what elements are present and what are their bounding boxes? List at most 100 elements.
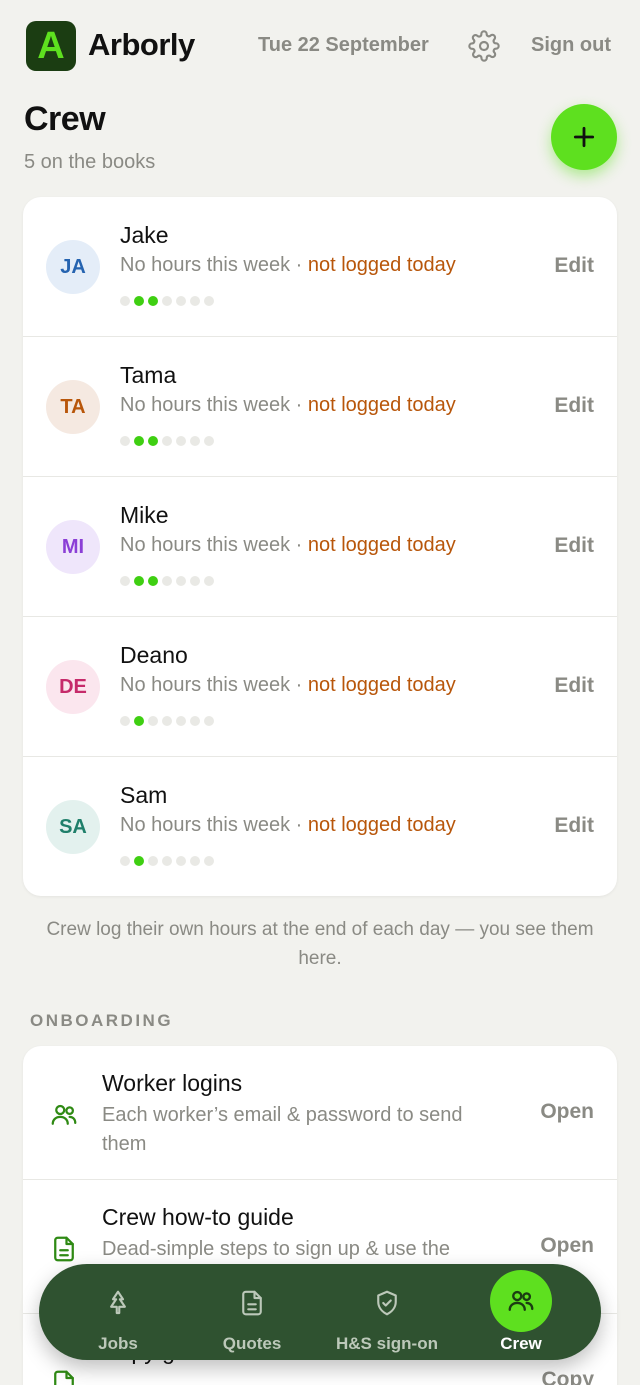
edit-button[interactable]: Edit <box>554 534 594 558</box>
log-status: not logged today <box>307 254 456 276</box>
crew-status-line: No hours this week · not logged today <box>120 814 456 837</box>
nav-hs-sign-on[interactable]: H&S sign-on <box>322 1264 452 1360</box>
document-icon <box>242 1290 262 1316</box>
shield-check-icon <box>377 1290 397 1316</box>
edit-button[interactable]: Edit <box>554 674 594 698</box>
activity-dot-off <box>204 436 214 446</box>
activity-dot-on <box>134 296 144 306</box>
activity-dot-off <box>120 576 130 586</box>
hours-text: No hours this week <box>120 254 291 276</box>
crew-list: JA Jake No hours this week · not logged to… <box>23 197 617 896</box>
crew-row[interactable]: TA Tama No hours this week · not logged to… <box>23 337 617 477</box>
activity-dot-on <box>134 856 144 866</box>
activity-dot-off <box>176 296 186 306</box>
activity-dot-off <box>190 716 200 726</box>
avatar: MI <box>46 520 100 574</box>
crew-status-line: No hours this week · not logged today <box>120 254 456 277</box>
nav-jobs[interactable]: Jobs <box>53 1264 183 1360</box>
activity-dot-off <box>162 296 172 306</box>
activity-dot-off <box>190 856 200 866</box>
nav-label: Jobs <box>98 1334 138 1353</box>
crew-row[interactable]: MI Mike No hours this week · not logged to… <box>23 477 617 617</box>
logo-letter: A <box>37 25 65 67</box>
activity-dot-off <box>176 436 186 446</box>
crew-row[interactable]: SA Sam No hours this week · not logged tod… <box>23 757 617 896</box>
week-activity-dots <box>120 576 214 586</box>
week-activity-dots <box>120 716 214 726</box>
separator: · <box>290 534 308 556</box>
separator: · <box>290 674 308 696</box>
activity-dot-on <box>134 436 144 446</box>
activity-dot-off <box>120 856 130 866</box>
log-status: not logged today <box>307 534 456 556</box>
log-status: not logged today <box>307 394 456 416</box>
onboarding-item-title: Worker logins <box>102 1070 243 1096</box>
avatar: TA <box>46 380 100 434</box>
edit-button[interactable]: Edit <box>554 814 594 838</box>
activity-dot-off <box>120 436 130 446</box>
document-icon <box>54 1236 74 1262</box>
people-icon <box>51 1104 77 1125</box>
bottom-nav: Jobs Quotes H&S sign-on Crew <box>39 1264 601 1360</box>
activity-dot-off <box>190 296 200 306</box>
activity-dot-off <box>176 576 186 586</box>
week-activity-dots <box>120 856 214 866</box>
activity-dot-off <box>162 716 172 726</box>
week-activity-dots <box>120 436 214 446</box>
activity-dot-on <box>134 716 144 726</box>
nav-quotes[interactable]: Quotes <box>187 1264 317 1360</box>
top-bar: A Arborly Tue 22 September Sign out <box>0 0 640 90</box>
crew-name: Sam <box>120 782 168 808</box>
activity-dot-off <box>204 576 214 586</box>
people-icon <box>508 1290 534 1311</box>
onboarding-item-desc: Dead-simple steps to sign up & use the <box>102 1238 450 1260</box>
activity-dot-off <box>120 296 130 306</box>
sign-out-button[interactable]: Sign out <box>531 34 611 57</box>
onboarding-item-worker-logins[interactable]: Worker logins Each worker’s email & pass… <box>23 1046 617 1180</box>
activity-dot-on <box>148 436 158 446</box>
activity-dot-on <box>148 296 158 306</box>
crew-status-line: No hours this week · not logged today <box>120 674 456 697</box>
crew-name: Mike <box>120 502 169 528</box>
add-crew-button[interactable] <box>551 104 617 170</box>
crew-name: Tama <box>120 362 177 388</box>
activity-dot-off <box>162 576 172 586</box>
brand-name: Arborly <box>88 27 195 62</box>
crew-count: 5 on the books <box>24 151 156 173</box>
edit-button[interactable]: Edit <box>554 394 594 418</box>
onboarding-item-title: Crew how-to guide <box>102 1204 294 1230</box>
crew-row[interactable]: DE Deano No hours this week · not logged t… <box>23 617 617 757</box>
current-date: Tue 22 September <box>258 34 429 56</box>
log-status: not logged today <box>307 814 456 836</box>
activity-dot-off <box>162 856 172 866</box>
open-button[interactable]: Open <box>540 1234 594 1258</box>
crew-row[interactable]: JA Jake No hours this week · not logged to… <box>23 197 617 337</box>
page-title: Crew <box>24 100 106 138</box>
edit-button[interactable]: Edit <box>554 254 594 278</box>
activity-dot-off <box>176 856 186 866</box>
crew-status-line: No hours this week · not logged today <box>120 534 456 557</box>
copy-button[interactable]: Copy <box>542 1368 595 1385</box>
avatar: DE <box>46 660 100 714</box>
gear-icon[interactable] <box>468 30 500 62</box>
hours-text: No hours this week <box>120 814 291 836</box>
nav-crew[interactable]: Crew <box>456 1264 586 1360</box>
onboarding-item-desc: Each worker’s email & password to send t… <box>102 1104 463 1155</box>
avatar: JA <box>46 240 100 294</box>
activity-dot-off <box>162 436 172 446</box>
activity-dot-off <box>204 856 214 866</box>
crew-note: Crew log their own hours at the end of e… <box>46 919 594 969</box>
open-button[interactable]: Open <box>540 1100 594 1124</box>
activity-dot-off <box>190 436 200 446</box>
hours-text: No hours this week <box>120 534 291 556</box>
separator: · <box>290 814 308 836</box>
activity-dot-off <box>176 716 186 726</box>
hours-text: No hours this week <box>120 674 291 696</box>
app-logo[interactable]: A <box>26 21 76 71</box>
activity-dot-off <box>148 716 158 726</box>
separator: · <box>290 394 308 416</box>
crew-status-line: No hours this week · not logged today <box>120 394 456 417</box>
activity-dot-off <box>148 856 158 866</box>
nav-label: Quotes <box>222 1334 282 1353</box>
separator: · <box>290 254 308 276</box>
